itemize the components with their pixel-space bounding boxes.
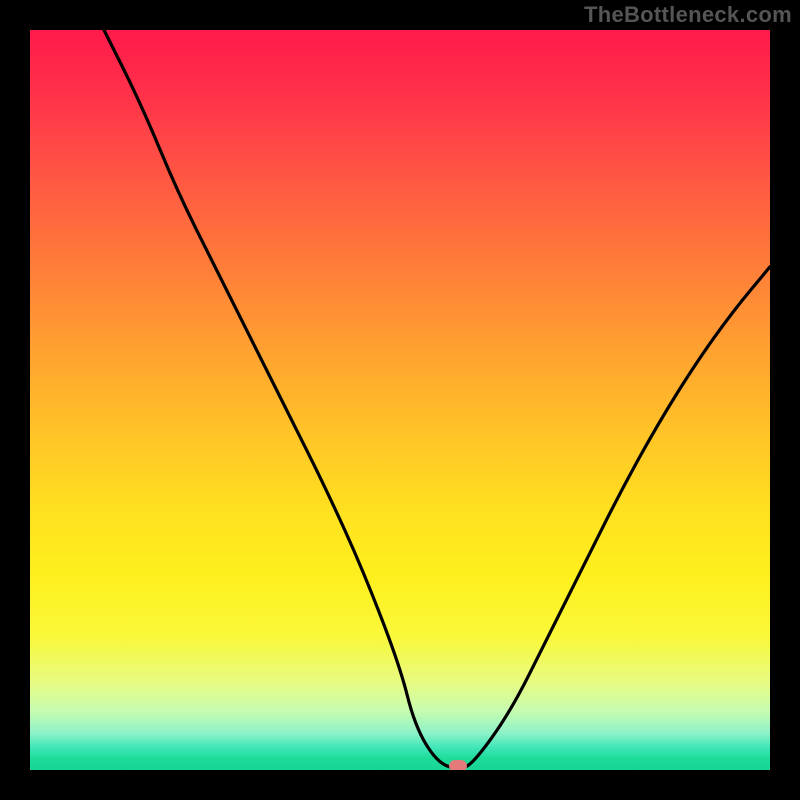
bottleneck-curve-path	[104, 30, 770, 768]
watermark-text: TheBottleneck.com	[584, 2, 792, 28]
chart-frame: TheBottleneck.com	[0, 0, 800, 800]
bottleneck-curve	[30, 30, 770, 770]
optimal-point-marker	[449, 760, 467, 770]
plot-area	[30, 30, 770, 770]
